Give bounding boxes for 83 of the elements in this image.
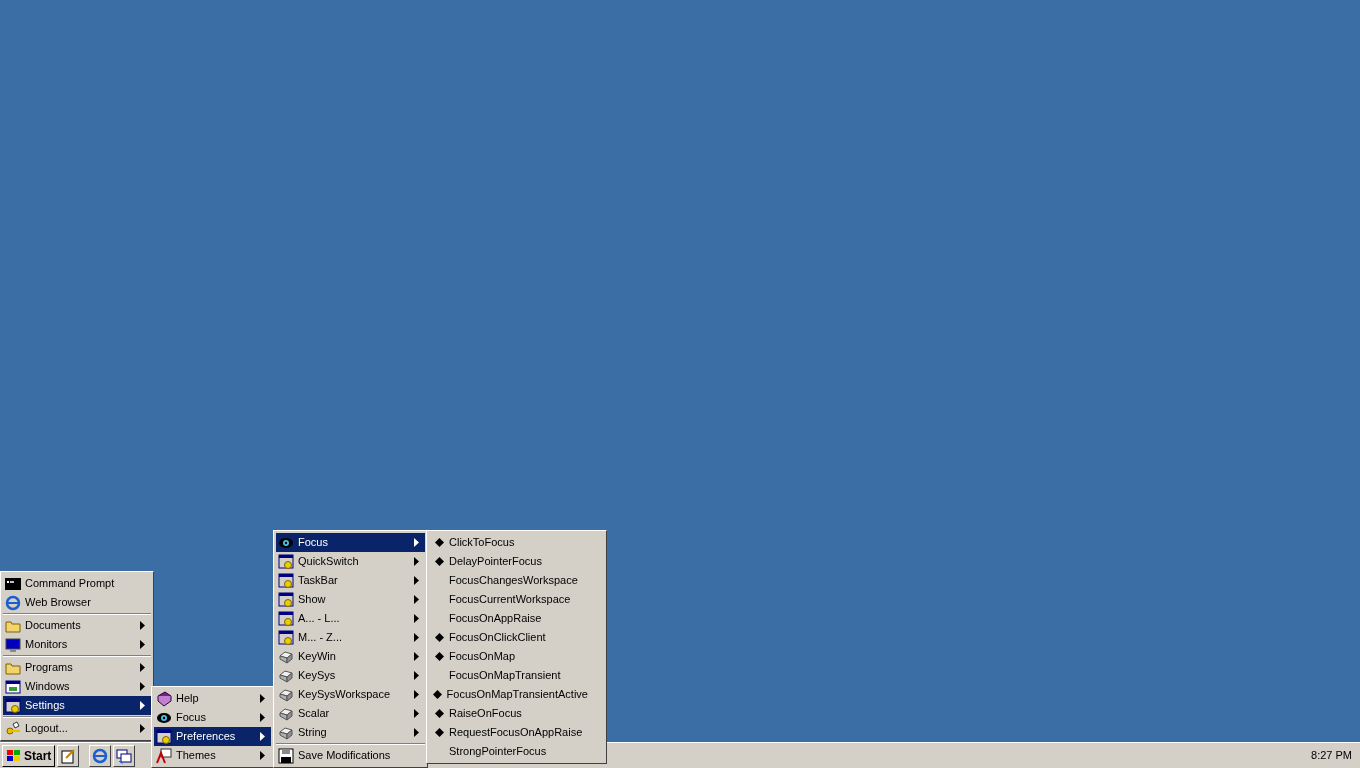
submenu-arrow-icon xyxy=(140,621,145,630)
submenu-arrow-icon xyxy=(140,682,145,691)
menu-item[interactable]: M... - Z... xyxy=(276,628,425,647)
menu-item[interactable]: StrongPointerFocus xyxy=(429,742,604,761)
terminal-icon xyxy=(5,575,21,592)
theme-icon xyxy=(156,747,172,764)
submenu-arrow-icon xyxy=(414,614,419,623)
keycap-icon xyxy=(278,648,294,665)
windows-logo-icon xyxy=(6,748,22,763)
window-icon xyxy=(5,678,21,695)
gear-window-icon xyxy=(278,610,294,627)
clock: 8:27 PM xyxy=(1311,748,1353,764)
submenu-arrow-icon xyxy=(414,576,419,585)
menu-item[interactable]: RaiseOnFocus xyxy=(429,704,604,723)
menu-item[interactable]: DelayPointerFocus xyxy=(429,552,604,571)
menu-item[interactable]: FocusOnMapTransientActive xyxy=(429,685,604,704)
keycap-icon xyxy=(278,686,294,703)
keycap-icon xyxy=(278,724,294,741)
menu-item[interactable]: FocusOnMapTransient xyxy=(429,666,604,685)
menu-item[interactable]: FocusCurrentWorkspace xyxy=(429,590,604,609)
gear-window-icon xyxy=(278,629,294,646)
gear-window-icon xyxy=(5,697,21,714)
menu-item[interactable]: FocusChangesWorkspace xyxy=(429,571,604,590)
menu-item[interactable]: FocusOnClickClient xyxy=(429,628,604,647)
menu-item[interactable]: Save Modifications xyxy=(276,746,425,765)
menu-item[interactable]: Focus xyxy=(154,708,271,727)
menu-item[interactable]: KeySys xyxy=(276,666,425,685)
submenu-arrow-icon xyxy=(140,640,145,649)
menu-item[interactable]: A... - L... xyxy=(276,609,425,628)
menu-item[interactable]: Show xyxy=(276,590,425,609)
gear-window-icon xyxy=(156,728,172,745)
menu-item[interactable]: Focus xyxy=(276,533,425,552)
menu-item[interactable]: Monitors xyxy=(3,635,151,654)
monitor-icon xyxy=(5,636,21,653)
menu-item[interactable]: Logout... xyxy=(3,719,151,738)
submenu-arrow-icon xyxy=(414,557,419,566)
menu-item[interactable]: Settings xyxy=(3,696,151,715)
windows-switch-icon xyxy=(116,747,133,764)
menu-item[interactable]: Themes xyxy=(154,746,271,765)
browser-icon xyxy=(5,594,21,611)
submenu-arrow-icon xyxy=(414,709,419,718)
menu-item[interactable]: Programs xyxy=(3,658,151,677)
menu-item[interactable]: KeyWin xyxy=(276,647,425,666)
submenu-arrow-icon xyxy=(414,671,419,680)
submenu-arrow-icon xyxy=(260,751,265,760)
menu-item[interactable]: ClickToFocus xyxy=(429,533,604,552)
submenu-arrow-icon xyxy=(140,701,145,710)
keycap-icon xyxy=(278,667,294,684)
gear-window-icon xyxy=(278,553,294,570)
quick-launch-button[interactable] xyxy=(113,744,136,767)
submenu-arrow-icon xyxy=(414,690,419,699)
menu-item[interactable]: Documents xyxy=(3,616,151,635)
notepad-icon xyxy=(60,747,77,764)
menu-item[interactable]: FocusOnAppRaise xyxy=(429,609,604,628)
submenu-arrow-icon xyxy=(260,713,265,722)
keycap-icon xyxy=(278,705,294,722)
submenu-arrow-icon xyxy=(140,663,145,672)
submenu-arrow-icon xyxy=(260,694,265,703)
gear-window-icon xyxy=(278,591,294,608)
menu-item[interactable]: Windows xyxy=(3,677,151,696)
menu-item[interactable]: FocusOnMap xyxy=(429,647,604,666)
menu-item[interactable]: QuickSwitch xyxy=(276,552,425,571)
menu-item[interactable]: Web Browser xyxy=(3,593,151,612)
quick-launch-button[interactable] xyxy=(57,744,80,767)
menu-item[interactable]: String xyxy=(276,723,425,742)
submenu-arrow-icon xyxy=(414,595,419,604)
submenu-arrow-icon xyxy=(414,538,419,547)
start-button[interactable]: Start xyxy=(2,744,56,767)
menu-item[interactable]: Help xyxy=(154,689,271,708)
gear-window-icon xyxy=(278,572,294,589)
submenu-arrow-icon xyxy=(140,724,145,733)
menu-item[interactable]: RequestFocusOnAppRaise xyxy=(429,723,604,742)
submenu-arrow-icon xyxy=(260,732,265,741)
menu-item[interactable]: Preferences xyxy=(154,727,271,746)
submenu-arrow-icon xyxy=(414,633,419,642)
submenu-arrow-icon xyxy=(414,728,419,737)
menu-item[interactable]: TaskBar xyxy=(276,571,425,590)
browser-icon xyxy=(92,747,109,764)
submenu-arrow-icon xyxy=(414,652,419,661)
menu-item[interactable]: Command Prompt xyxy=(3,574,151,593)
menu-item[interactable]: Scalar xyxy=(276,704,425,723)
quick-launch-button[interactable] xyxy=(89,744,112,767)
menu-item[interactable]: KeySysWorkspace xyxy=(276,685,425,704)
